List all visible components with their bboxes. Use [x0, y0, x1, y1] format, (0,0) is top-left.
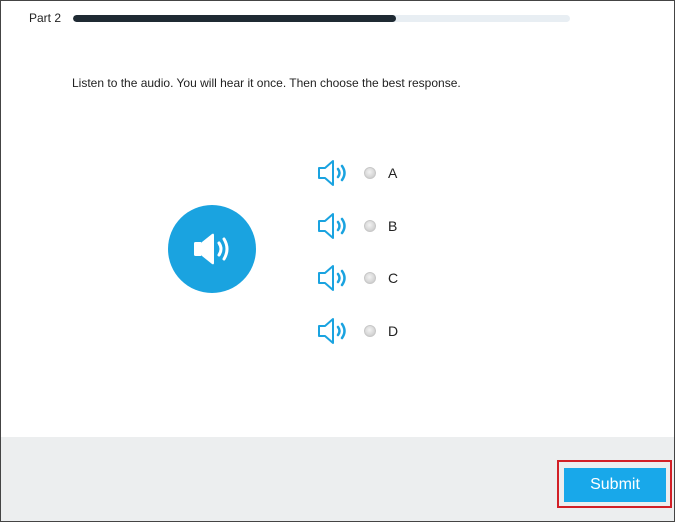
option-a: A [316, 157, 398, 189]
speaker-outline-icon[interactable] [316, 157, 350, 189]
speaker-outline-icon[interactable] [316, 262, 350, 294]
option-label: C [388, 270, 399, 286]
radio-button[interactable] [364, 324, 376, 337]
option-d: D [316, 315, 398, 347]
test-window: Part 2 Listen to the audio. You will hea… [0, 0, 675, 522]
footer-bar: Submit [1, 437, 674, 521]
radio-button[interactable] [364, 272, 376, 284]
instruction-text: Listen to the audio. You will hear it on… [72, 76, 461, 90]
progress-bar [73, 14, 571, 22]
speaker-outline-icon[interactable] [316, 315, 350, 347]
progress-fill [73, 14, 397, 22]
radio-button[interactable] [364, 167, 376, 179]
option-c: C [316, 262, 398, 294]
option-label: D [388, 322, 399, 339]
header: Part 2 [29, 11, 571, 25]
speaker-outline-icon[interactable] [316, 210, 350, 242]
part-label: Part 2 [29, 11, 62, 25]
submit-button[interactable]: Submit [564, 468, 666, 502]
play-audio-button[interactable] [168, 205, 256, 293]
option-b: B [316, 210, 398, 242]
option-label: A [388, 165, 398, 181]
option-label: B [388, 217, 398, 234]
radio-button[interactable] [364, 219, 376, 232]
answer-options: A B C D [316, 157, 398, 367]
submit-highlight: Submit [557, 460, 672, 508]
speaker-icon [194, 233, 229, 265]
